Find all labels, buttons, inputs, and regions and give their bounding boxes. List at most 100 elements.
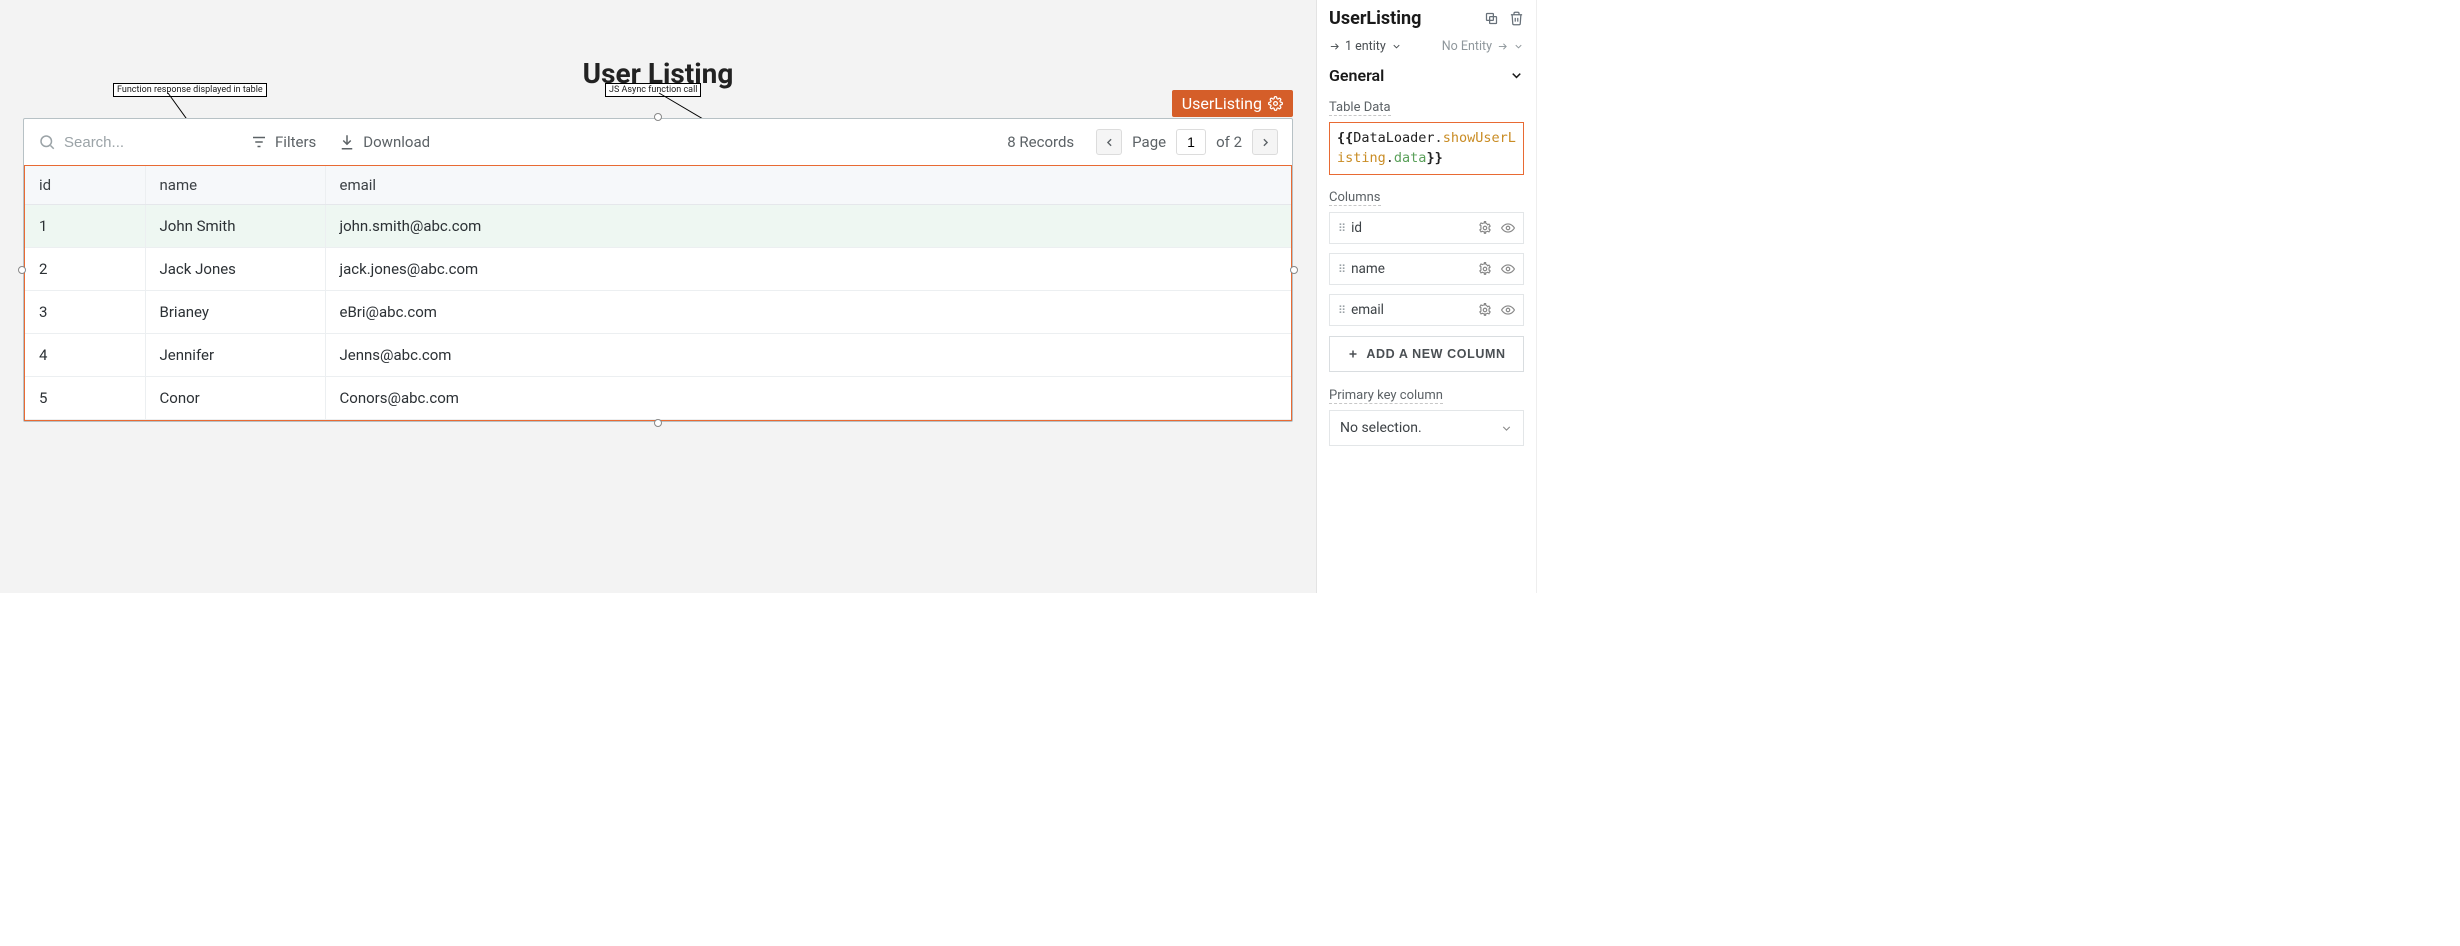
primary-key-value: No selection. <box>1340 420 1422 436</box>
trash-icon[interactable] <box>1509 11 1524 26</box>
eye-icon[interactable] <box>1501 303 1515 317</box>
search-box[interactable] <box>38 133 228 151</box>
filters-button[interactable]: Filters <box>250 133 316 151</box>
gear-icon[interactable] <box>1478 262 1492 276</box>
column-item[interactable]: ⠿ email <box>1329 294 1524 326</box>
callout-function-response: Function response displayed in table <box>113 83 267 97</box>
table-header-row: id name email <box>25 166 1291 205</box>
search-icon <box>38 133 56 151</box>
callout-js-async: JS Async function call <box>605 83 701 97</box>
page-prev-button[interactable] <box>1096 129 1122 155</box>
cell-name: Jennifer <box>145 334 325 377</box>
entity-count: 1 entity <box>1345 39 1386 54</box>
table-data-label: Table Data <box>1329 100 1391 116</box>
cell-email: jack.jones@abc.com <box>325 248 1291 291</box>
filters-label: Filters <box>275 133 316 151</box>
widget-name-badge[interactable]: UserListing <box>1172 90 1293 117</box>
table-data-frame: id name email 1 John Smith john.smith@ab… <box>24 165 1292 421</box>
primary-key-label: Primary key column <box>1329 388 1443 404</box>
table-data-input[interactable]: {{DataLoader.showUserListing.data}} <box>1329 122 1524 175</box>
resize-handle[interactable] <box>18 266 26 274</box>
outgoing-entity[interactable]: No Entity <box>1442 39 1524 54</box>
cell-name: Conor <box>145 377 325 420</box>
cell-id: 4 <box>25 334 145 377</box>
filters-icon <box>250 133 268 151</box>
code-token: data <box>1394 150 1427 166</box>
no-entity-label: No Entity <box>1442 39 1492 54</box>
column-item[interactable]: ⠿ id <box>1329 212 1524 244</box>
download-icon <box>338 133 356 151</box>
property-pane[interactable]: UserListing 1 entity No Entity General T… <box>1316 0 1536 593</box>
arrow-right-icon <box>1329 41 1340 52</box>
column-name: id <box>1351 220 1362 236</box>
code-token: . <box>1386 150 1394 166</box>
add-column-label: ADD A NEW COLUMN <box>1366 347 1505 361</box>
arrow-right-icon <box>1497 41 1508 52</box>
page-label: Page <box>1132 133 1166 151</box>
plus-icon <box>1347 348 1359 360</box>
column-item[interactable]: ⠿ name <box>1329 253 1524 285</box>
table-row[interactable]: 4 Jennifer Jenns@abc.com <box>25 334 1291 377</box>
chevron-right-icon <box>1259 136 1272 149</box>
chevron-down-icon <box>1509 68 1524 83</box>
design-canvas[interactable]: Function response displayed in table JS … <box>0 0 1316 593</box>
cell-id: 2 <box>25 248 145 291</box>
table-row[interactable]: 2 Jack Jones jack.jones@abc.com <box>25 248 1291 291</box>
eye-icon[interactable] <box>1501 262 1515 276</box>
pagination: Page of 2 <box>1096 129 1278 155</box>
cell-id: 1 <box>25 205 145 248</box>
table-toolbar: Filters Download 8 Records <box>24 119 1292 165</box>
page-of: of 2 <box>1216 133 1242 151</box>
table-row[interactable]: 1 John Smith john.smith@abc.com <box>25 205 1291 248</box>
column-name: email <box>1351 302 1384 318</box>
primary-key-select[interactable]: No selection. <box>1329 410 1524 446</box>
drag-handle-icon[interactable]: ⠿ <box>1338 222 1344 235</box>
chevron-down-icon <box>1391 41 1402 52</box>
gear-icon[interactable] <box>1478 221 1492 235</box>
property-pane-title: UserListing <box>1329 8 1421 29</box>
code-token: . <box>1435 130 1443 146</box>
column-name: name <box>1351 261 1385 277</box>
gear-icon[interactable] <box>1478 303 1492 317</box>
cell-name: Jack Jones <box>145 248 325 291</box>
gear-icon <box>1268 96 1283 111</box>
resize-handle[interactable] <box>654 419 662 427</box>
download-label: Download <box>363 133 430 151</box>
code-token: }} <box>1426 150 1442 166</box>
user-table[interactable]: id name email 1 John Smith john.smith@ab… <box>25 166 1291 420</box>
incoming-entity[interactable]: 1 entity <box>1329 39 1402 54</box>
cell-email: Conors@abc.com <box>325 377 1291 420</box>
eye-icon[interactable] <box>1501 221 1515 235</box>
search-input[interactable] <box>64 134 174 151</box>
code-token: DataLoader <box>1353 130 1434 146</box>
section-general-label: General <box>1329 66 1384 85</box>
resize-handle[interactable] <box>654 113 662 121</box>
chevron-down-icon <box>1513 41 1524 52</box>
columns-label: Columns <box>1329 190 1381 206</box>
page-next-button[interactable] <box>1252 129 1278 155</box>
col-header[interactable]: email <box>325 166 1291 205</box>
chevron-down-icon <box>1500 422 1513 435</box>
records-count: 8 Records <box>1007 133 1074 151</box>
download-button[interactable]: Download <box>338 133 430 151</box>
code-token: {{ <box>1337 130 1353 146</box>
cell-name: John Smith <box>145 205 325 248</box>
add-column-button[interactable]: ADD A NEW COLUMN <box>1329 336 1524 372</box>
drag-handle-icon[interactable]: ⠿ <box>1338 304 1344 317</box>
col-header[interactable]: id <box>25 166 145 205</box>
table-widget[interactable]: Filters Download 8 Records <box>23 118 1293 422</box>
drag-handle-icon[interactable]: ⠿ <box>1338 263 1344 276</box>
cell-id: 5 <box>25 377 145 420</box>
copy-icon[interactable] <box>1484 11 1499 26</box>
cell-name: Brianey <box>145 291 325 334</box>
page-input[interactable] <box>1176 129 1206 155</box>
col-header[interactable]: name <box>145 166 325 205</box>
section-general-header[interactable]: General <box>1329 66 1524 85</box>
cell-id: 3 <box>25 291 145 334</box>
chevron-left-icon <box>1103 136 1116 149</box>
resize-handle[interactable] <box>1290 266 1298 274</box>
table-row[interactable]: 3 Brianey eBri@abc.com <box>25 291 1291 334</box>
cell-email: Jenns@abc.com <box>325 334 1291 377</box>
table-row[interactable]: 5 Conor Conors@abc.com <box>25 377 1291 420</box>
widget-name-text: UserListing <box>1182 94 1262 113</box>
